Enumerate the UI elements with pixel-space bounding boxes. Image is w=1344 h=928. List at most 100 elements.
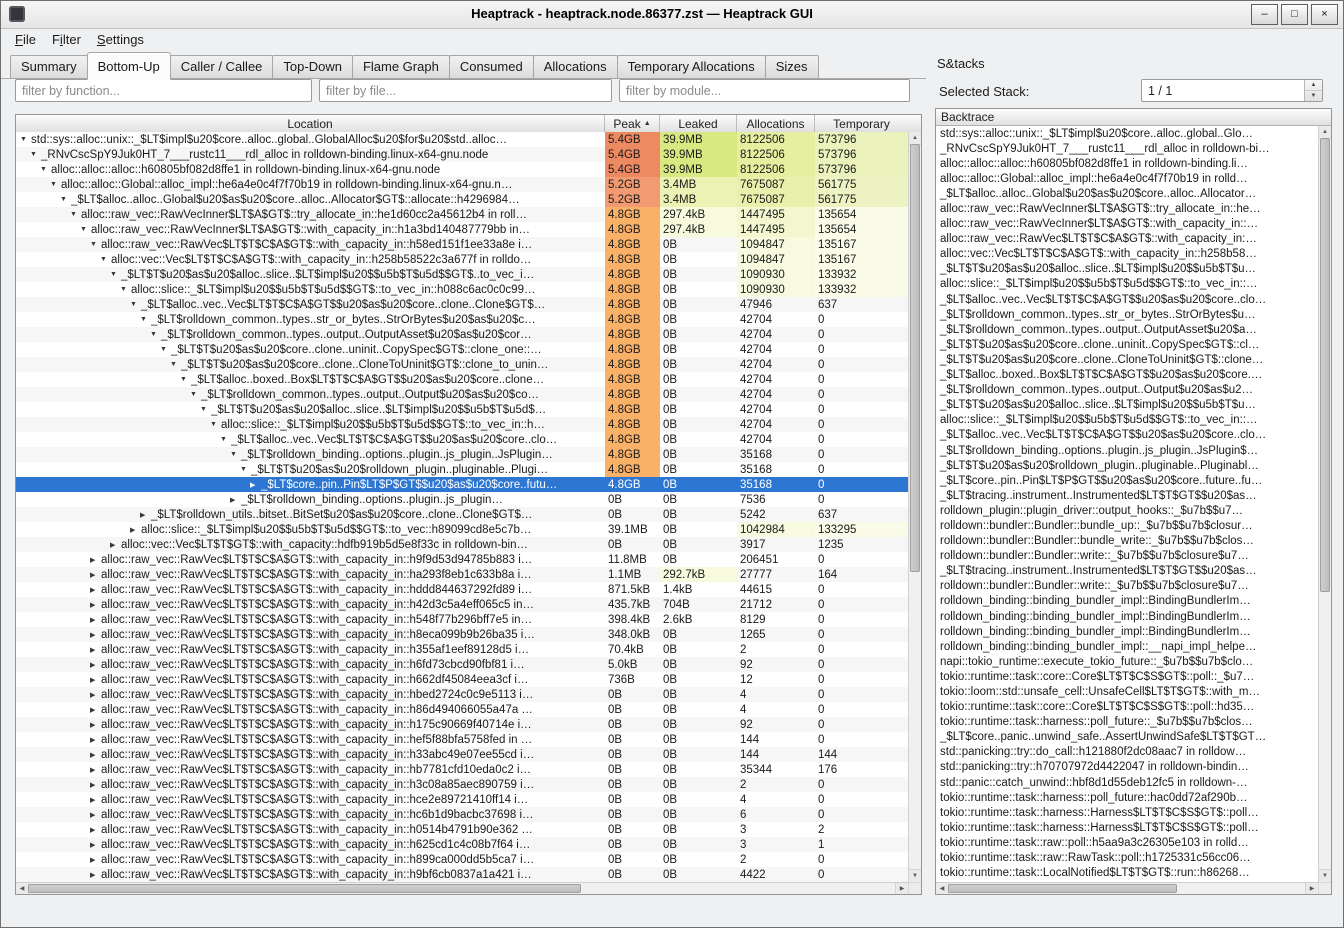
- collapsed-arrow-icon[interactable]: ▶: [130, 526, 141, 534]
- backtrace-entry[interactable]: tokio::runtime::task::harness::Harness$L…: [936, 820, 1318, 835]
- scroll-right-icon[interactable]: ▶: [1305, 883, 1318, 894]
- backtrace-entry[interactable]: napi::tokio_runtime::execute_tokio_futur…: [936, 654, 1318, 669]
- collapsed-arrow-icon[interactable]: ▶: [90, 676, 101, 684]
- scroll-right-icon[interactable]: ▶: [895, 883, 908, 894]
- backtrace-entry[interactable]: rolldown_binding::binding_bundler_impl::…: [936, 639, 1318, 654]
- expanded-arrow-icon[interactable]: ▼: [30, 151, 41, 158]
- table-row[interactable]: ▼_$LT$T$u20$as$u20$core..clone..uninit..…: [16, 342, 908, 357]
- table-row[interactable]: ▼_$LT$T$u20$as$u20$alloc..slice..$LT$imp…: [16, 267, 908, 282]
- table-row[interactable]: ▼alloc::vec::Vec$LT$T$C$A$GT$::with_capa…: [16, 252, 908, 267]
- close-button[interactable]: ×: [1311, 4, 1338, 25]
- expanded-arrow-icon[interactable]: ▼: [200, 406, 211, 413]
- backtrace-entry[interactable]: tokio::runtime::task::harness::Harness$L…: [936, 805, 1318, 820]
- table-row[interactable]: ▼_$LT$rolldown_common..types..output..Ou…: [16, 387, 908, 402]
- table-row[interactable]: ▼alloc::raw_vec::RawVecInner$LT$A$GT$::t…: [16, 207, 908, 222]
- expanded-arrow-icon[interactable]: ▼: [100, 256, 111, 263]
- table-row[interactable]: ▶alloc::raw_vec::RawVec$LT$T$C$A$GT$::wi…: [16, 627, 908, 642]
- backtrace-entry[interactable]: tokio::runtime::task::raw::RawTask::poll…: [936, 851, 1318, 866]
- collapsed-arrow-icon[interactable]: ▶: [230, 496, 241, 504]
- tree-vertical-scrollbar[interactable]: ▲ ▼: [908, 132, 921, 882]
- backtrace-entry[interactable]: _$LT$T$u20$as$u20$core..clone..uninit..C…: [936, 337, 1318, 352]
- table-row[interactable]: ▶alloc::raw_vec::RawVec$LT$T$C$A$GT$::wi…: [16, 687, 908, 702]
- table-row[interactable]: ▶alloc::raw_vec::RawVec$LT$T$C$A$GT$::wi…: [16, 807, 908, 822]
- expanded-arrow-icon[interactable]: ▼: [180, 376, 191, 383]
- backtrace-entry[interactable]: _$LT$tracing..instrument..Instrumented$L…: [936, 564, 1318, 579]
- backtrace-entry[interactable]: _$LT$T$u20$as$u20$rolldown_plugin..plugi…: [936, 458, 1318, 473]
- collapsed-arrow-icon[interactable]: ▶: [90, 571, 101, 579]
- menu-settings[interactable]: Settings: [89, 31, 152, 48]
- backtrace-entry[interactable]: _$LT$alloc..vec..Vec$LT$T$C$A$GT$$u20$as…: [936, 428, 1318, 443]
- collapsed-arrow-icon[interactable]: ▶: [250, 481, 261, 489]
- menu-filter[interactable]: Filter: [44, 31, 89, 48]
- backtrace-entry[interactable]: tokio::runtime::task::core::Core$LT$T$C$…: [936, 669, 1318, 684]
- collapsed-arrow-icon[interactable]: ▶: [90, 841, 101, 849]
- expanded-arrow-icon[interactable]: ▼: [170, 361, 181, 368]
- backtrace-entry[interactable]: rolldown_plugin::plugin_driver::output_h…: [936, 503, 1318, 518]
- backtrace-entry[interactable]: _$LT$rolldown_common..types..output..Out…: [936, 322, 1318, 337]
- tab-consumed[interactable]: Consumed: [449, 55, 534, 79]
- expanded-arrow-icon[interactable]: ▼: [20, 136, 31, 143]
- tab-allocations[interactable]: Allocations: [533, 55, 618, 79]
- table-row[interactable]: ▼alloc::raw_vec::RawVec$LT$T$C$A$GT$::wi…: [16, 237, 908, 252]
- collapsed-arrow-icon[interactable]: ▶: [90, 736, 101, 744]
- backtrace-entry[interactable]: _RNvCscSpY9Juk0HT_7___rustc11___rdl_allo…: [936, 141, 1318, 156]
- backtrace-entry[interactable]: rolldown::bundler::Bundler::bundle_write…: [936, 534, 1318, 549]
- backtrace-entry[interactable]: tokio::runtime::task::harness::poll_futu…: [936, 790, 1318, 805]
- table-row[interactable]: ▶alloc::slice::_$LT$impl$u20$$u5b$T$u5d$…: [16, 522, 908, 537]
- collapsed-arrow-icon[interactable]: ▶: [90, 871, 101, 879]
- table-row[interactable]: ▶alloc::raw_vec::RawVec$LT$T$C$A$GT$::wi…: [16, 597, 908, 612]
- expanded-arrow-icon[interactable]: ▼: [140, 316, 151, 323]
- expanded-arrow-icon[interactable]: ▼: [160, 346, 171, 353]
- table-row[interactable]: ▶_$LT$rolldown_binding..options..plugin.…: [16, 492, 908, 507]
- expanded-arrow-icon[interactable]: ▼: [50, 181, 61, 188]
- table-row[interactable]: ▼_$LT$alloc..vec..Vec$LT$T$C$A$GT$$u20$a…: [16, 297, 908, 312]
- collapsed-arrow-icon[interactable]: ▶: [90, 631, 101, 639]
- expanded-arrow-icon[interactable]: ▼: [40, 166, 51, 173]
- scroll-down-icon[interactable]: ▼: [909, 869, 921, 882]
- column-header-location[interactable]: Location: [16, 115, 605, 132]
- table-row[interactable]: ▼_$LT$T$u20$as$u20$alloc..slice..$LT$imp…: [16, 402, 908, 417]
- expanded-arrow-icon[interactable]: ▼: [60, 196, 71, 203]
- backtrace-entry[interactable]: std::panicking::try::do_call::h121880f2d…: [936, 745, 1318, 760]
- table-row[interactable]: ▶alloc::raw_vec::RawVec$LT$T$C$A$GT$::wi…: [16, 657, 908, 672]
- expanded-arrow-icon[interactable]: ▼: [210, 421, 221, 428]
- tab-caller-callee[interactable]: Caller / Callee: [170, 55, 274, 79]
- expanded-arrow-icon[interactable]: ▼: [110, 271, 121, 278]
- table-row[interactable]: ▼_$LT$rolldown_common..types..output..Ou…: [16, 327, 908, 342]
- table-row[interactable]: ▶alloc::raw_vec::RawVec$LT$T$C$A$GT$::wi…: [16, 747, 908, 762]
- menu-file[interactable]: File: [7, 31, 44, 48]
- table-row[interactable]: ▼alloc::slice::_$LT$impl$u20$$u5b$T$u5d$…: [16, 417, 908, 432]
- table-row[interactable]: ▼alloc::alloc::Global::alloc_impl::he6a4…: [16, 177, 908, 192]
- backtrace-entry[interactable]: std::panicking::try::h70707972d4422047 i…: [936, 760, 1318, 775]
- backtrace-entry[interactable]: rolldown::bundler::Bundler::write::_$u7b…: [936, 549, 1318, 564]
- column-header-leaked[interactable]: Leaked: [660, 115, 737, 132]
- column-header-allocations[interactable]: Allocations: [737, 115, 815, 132]
- backtrace-entry[interactable]: alloc::vec::Vec$LT$T$C$A$GT$::with_capac…: [936, 247, 1318, 262]
- table-row[interactable]: ▼alloc::raw_vec::RawVecInner$LT$A$GT$::w…: [16, 222, 908, 237]
- backtrace-entry[interactable]: tokio::runtime::task::raw::poll::h5aa9a3…: [936, 835, 1318, 850]
- table-row[interactable]: ▶alloc::raw_vec::RawVec$LT$T$C$A$GT$::wi…: [16, 777, 908, 792]
- table-row[interactable]: ▼_$LT$rolldown_binding..options..plugin.…: [16, 447, 908, 462]
- backtrace-entry[interactable]: alloc::alloc::alloc::h60805bf082d8ffe1 i…: [936, 156, 1318, 171]
- backtrace-entry[interactable]: _$LT$rolldown_common..types..str_or_byte…: [936, 307, 1318, 322]
- table-row[interactable]: ▼_$LT$rolldown_common..types..str_or_byt…: [16, 312, 908, 327]
- collapsed-arrow-icon[interactable]: ▶: [90, 811, 101, 819]
- backtrace-entry[interactable]: _$LT$alloc..vec..Vec$LT$T$C$A$GT$$u20$as…: [936, 292, 1318, 307]
- table-row[interactable]: ▶alloc::raw_vec::RawVec$LT$T$C$A$GT$::wi…: [16, 582, 908, 597]
- backtrace-entry[interactable]: rolldown::bundler::Bundler::bundle_up::_…: [936, 518, 1318, 533]
- collapsed-arrow-icon[interactable]: ▶: [90, 661, 101, 669]
- expanded-arrow-icon[interactable]: ▼: [230, 451, 241, 458]
- table-row[interactable]: ▼_$LT$T$u20$as$u20$core..clone..CloneToU…: [16, 357, 908, 372]
- backtrace-entry[interactable]: _$LT$T$u20$as$u20$alloc..slice..$LT$impl…: [936, 262, 1318, 277]
- table-row[interactable]: ▶_$LT$core..pin..Pin$LT$P$GT$$u20$as$u20…: [16, 477, 908, 492]
- backtrace-entry[interactable]: _$LT$core..pin..Pin$LT$P$GT$$u20$as$u20$…: [936, 473, 1318, 488]
- expanded-arrow-icon[interactable]: ▼: [150, 331, 161, 338]
- backtrace-entry[interactable]: tokio::runtime::task::core::Core$LT$T$C$…: [936, 700, 1318, 715]
- scrollbar-thumb[interactable]: [28, 884, 581, 893]
- table-row[interactable]: ▼alloc::alloc::alloc::h60805bf082d8ffe1 …: [16, 162, 908, 177]
- backtrace-entry[interactable]: alloc::raw_vec::RawVec$LT$T$C$A$GT$::wit…: [936, 232, 1318, 247]
- table-row[interactable]: ▶alloc::raw_vec::RawVec$LT$T$C$A$GT$::wi…: [16, 642, 908, 657]
- expanded-arrow-icon[interactable]: ▼: [90, 241, 101, 248]
- table-row[interactable]: ▼_$LT$alloc..vec..Vec$LT$T$C$A$GT$$u20$a…: [16, 432, 908, 447]
- filter-file-input[interactable]: [319, 79, 612, 102]
